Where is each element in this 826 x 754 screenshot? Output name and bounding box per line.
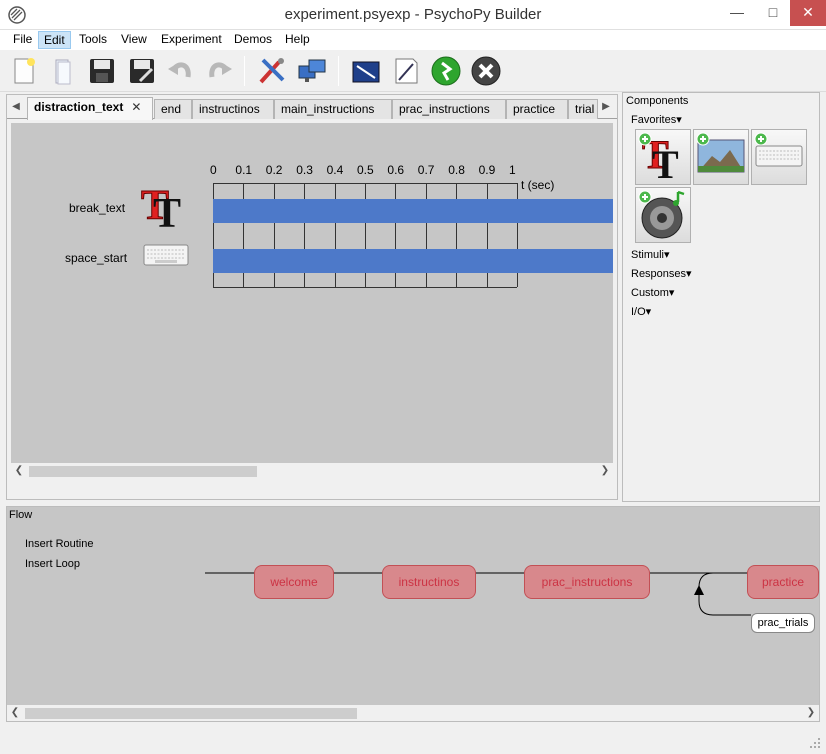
time-tick-label: 0.8 xyxy=(448,163,465,177)
stop-icon[interactable] xyxy=(470,54,502,88)
menu-edit[interactable]: Edit xyxy=(38,31,71,49)
component-name-break-text[interactable]: break_text xyxy=(69,201,125,215)
undo-icon[interactable] xyxy=(164,54,196,88)
flow-horizontal-scrollbar[interactable]: ❮ ❯ xyxy=(7,705,819,721)
menu-view[interactable]: View xyxy=(116,31,152,49)
menu-demos[interactable]: Demos xyxy=(229,31,277,49)
image-icon xyxy=(696,132,745,173)
status-bar xyxy=(0,726,826,754)
compile-script-icon[interactable] xyxy=(390,54,422,88)
time-tick-label: 0.5 xyxy=(357,163,374,177)
component-name-space-start[interactable]: space_start xyxy=(65,251,127,265)
text-icon: T T xyxy=(638,132,679,187)
add-text-component-button[interactable]: T T xyxy=(635,129,691,187)
time-tick-label: 0.3 xyxy=(296,163,313,177)
flow-panel: Flow Insert Routine Insert Loop welcome … xyxy=(6,506,820,722)
redo-icon[interactable] xyxy=(204,54,236,88)
run-icon[interactable] xyxy=(430,54,462,88)
save-as-icon[interactable] xyxy=(126,54,158,88)
maximize-button[interactable]: □ xyxy=(756,0,790,26)
component-bar-space-start[interactable] xyxy=(213,249,613,273)
scroll-left-arrow-icon[interactable]: ❮ xyxy=(7,705,23,721)
new-file-icon[interactable] xyxy=(8,54,40,88)
time-axis-line xyxy=(213,183,517,184)
close-tab-icon[interactable]: ✕ xyxy=(131,100,141,114)
tab-end[interactable]: end xyxy=(154,99,192,119)
menu-experiment[interactable]: Experiment xyxy=(156,31,227,49)
preferences-icon[interactable] xyxy=(256,54,288,88)
add-sound-component-button[interactable] xyxy=(635,187,691,243)
menu-file[interactable]: File xyxy=(8,31,37,49)
monitor-center-icon[interactable] xyxy=(296,54,328,88)
favorites-category[interactable]: Favorites▾ xyxy=(631,113,682,126)
time-tick-label: 0.9 xyxy=(478,163,496,177)
flow-loop-prac-trials[interactable]: prac_trials xyxy=(751,613,815,633)
flow-routine-instructinos[interactable]: instructinos xyxy=(382,565,476,599)
stimuli-category[interactable]: Stimuli▾ xyxy=(631,248,670,261)
scroll-right-arrow-icon[interactable]: ❯ xyxy=(597,463,613,479)
custom-category[interactable]: Custom▾ xyxy=(631,286,674,299)
save-icon[interactable] xyxy=(86,54,118,88)
tab-scroll-left-button[interactable]: ◀ xyxy=(9,99,23,115)
toolbar-separator xyxy=(244,56,245,86)
menu-help[interactable]: Help xyxy=(280,31,315,49)
tab-distraction-text[interactable]: distraction_text ✕ xyxy=(27,97,153,120)
routine-canvas: 0 0.1 0.2 0.3 0.4 0.5 0.6 0.7 0.8 0.9 1 t (sec) br… xyxy=(11,123,613,479)
svg-text:T: T xyxy=(652,142,679,184)
flow-routine-practice[interactable]: practice xyxy=(747,565,819,599)
routine-panel: ◀ distraction_text ✕ end instructinos mai… xyxy=(6,94,618,500)
time-tick-label: 0.2 xyxy=(265,163,283,177)
keyboard-icon[interactable] xyxy=(143,241,189,269)
components-title: Components xyxy=(626,95,689,107)
experiment-settings-icon[interactable] xyxy=(350,54,382,88)
flow-routine-prac-instructions[interactable]: prac_instructions xyxy=(524,565,650,599)
svg-text:T: T xyxy=(153,191,181,231)
components-panel: Components Favorites▾ T T Stimuli▾ Respo… xyxy=(622,92,820,502)
time-axis-unit: t (sec) xyxy=(521,178,555,192)
sound-icon xyxy=(638,190,685,239)
time-tick-label: 0.4 xyxy=(326,163,344,177)
responses-category[interactable]: Responses▾ xyxy=(631,267,692,280)
scrollbar-thumb[interactable] xyxy=(29,466,257,477)
flow-line xyxy=(205,572,819,616)
open-file-icon[interactable] xyxy=(48,54,80,88)
io-category[interactable]: I/O▾ xyxy=(631,305,651,318)
scrollbar-thumb[interactable] xyxy=(25,708,357,719)
time-axis-line xyxy=(213,287,517,288)
time-tick-label: 1 xyxy=(509,163,516,177)
toolbar-separator xyxy=(338,56,339,86)
tab-main-instructions[interactable]: main_instructions xyxy=(274,99,392,119)
tab-instructinos[interactable]: instructinos xyxy=(192,99,274,119)
routine-tabs: ◀ distraction_text ✕ end instructinos mai… xyxy=(7,95,617,120)
menu-bar: File Edit Tools View Experiment Demos He… xyxy=(0,30,826,50)
time-tick-label: 0.6 xyxy=(387,163,405,177)
component-bar-break-text[interactable] xyxy=(213,199,613,223)
tab-trial[interactable]: trial xyxy=(568,99,598,119)
time-tick-label: 0 xyxy=(210,163,217,177)
window-title: experiment.psyexp - PsychoPy Builder xyxy=(284,6,542,23)
time-tick-label: 0.7 xyxy=(417,163,435,177)
add-keyboard-component-button[interactable] xyxy=(751,129,807,185)
time-tick-label: 0.1 xyxy=(235,163,253,177)
toolbar xyxy=(0,50,826,92)
scroll-left-arrow-icon[interactable]: ❮ xyxy=(11,463,27,479)
title-bar: experiment.psyexp - PsychoPy Builder — □… xyxy=(0,0,826,30)
menu-tools[interactable]: Tools xyxy=(74,31,112,49)
routine-horizontal-scrollbar[interactable]: ❮ ❯ xyxy=(11,463,613,479)
resize-grip-icon[interactable] xyxy=(808,736,822,750)
close-window-button[interactable]: ✕ xyxy=(790,0,826,26)
tab-prac-instructions[interactable]: prac_instructions xyxy=(392,99,506,119)
keyboard-icon xyxy=(754,132,803,167)
add-image-component-button[interactable] xyxy=(693,129,749,185)
text-icon[interactable]: T T xyxy=(139,183,191,231)
tab-label: distraction_text xyxy=(34,100,124,114)
flow-routine-welcome[interactable]: welcome xyxy=(254,565,334,599)
tab-scroll-right-button[interactable]: ▶ xyxy=(599,99,613,115)
tab-practice[interactable]: practice xyxy=(506,99,568,119)
scroll-right-arrow-icon[interactable]: ❯ xyxy=(803,705,819,721)
minimize-button[interactable]: — xyxy=(720,0,754,26)
